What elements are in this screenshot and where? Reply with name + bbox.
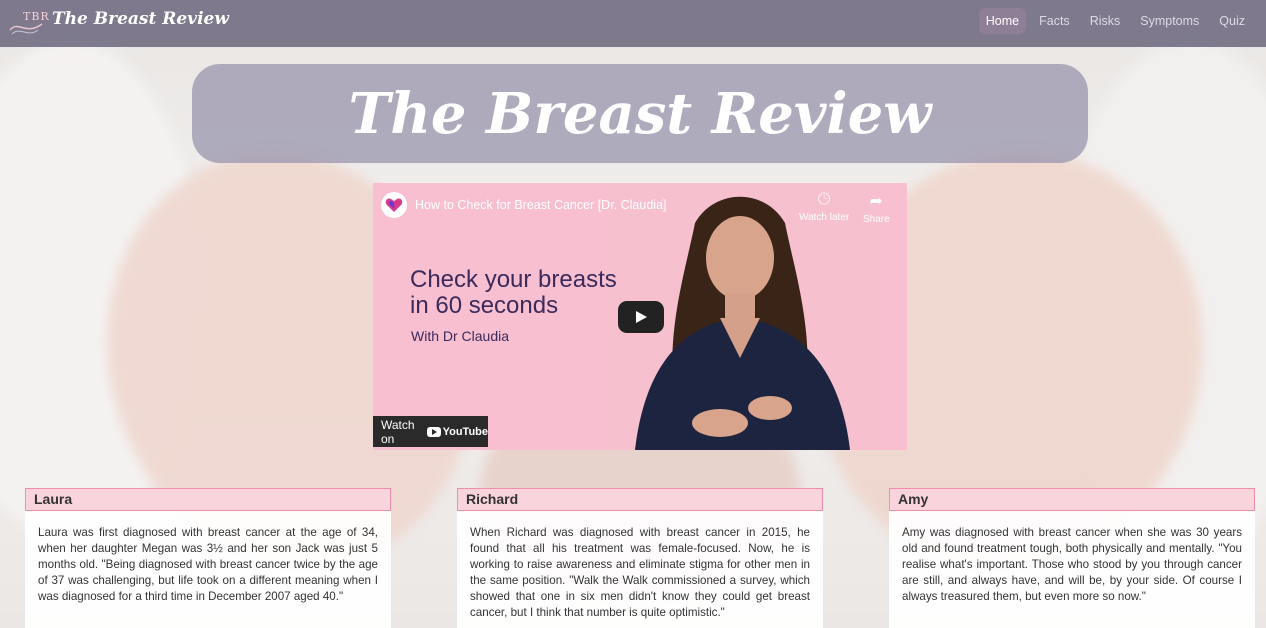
nav-risks[interactable]: Risks	[1083, 8, 1128, 34]
logo[interactable]: TBR	[8, 8, 49, 38]
story-name: Amy	[889, 488, 1255, 511]
video-header: How to Check for Breast Cancer [Dr. Clau…	[373, 183, 907, 227]
nav-quiz[interactable]: Quiz	[1212, 8, 1252, 34]
nav-facts[interactable]: Facts	[1032, 8, 1077, 34]
watch-on-youtube-button[interactable]: Watch on YouTube	[373, 416, 488, 447]
story-card-richard: Richard When Richard was diagnosed with …	[457, 488, 823, 628]
story-text: Laura was first diagnosed with breast ca…	[38, 526, 378, 603]
video-headline: Check your breasts in 60 seconds	[410, 267, 617, 319]
video-headline-line1: Check your breasts	[410, 266, 617, 293]
video-embed[interactable]: How to Check for Breast Cancer [Dr. Clau…	[373, 183, 907, 450]
navbar: TBR The Breast Review Home Facts Risks S…	[0, 0, 1266, 47]
story-text: Amy was diagnosed with breast cancer whe…	[902, 526, 1242, 603]
youtube-icon	[426, 426, 441, 437]
hero-title: The Breast Review	[348, 80, 932, 147]
play-icon	[636, 311, 647, 323]
youtube-logo: YouTube	[426, 425, 488, 438]
share-label: Share	[863, 214, 890, 225]
story-name: Laura	[25, 488, 391, 511]
share-icon: ➦	[869, 193, 884, 210]
video-title[interactable]: How to Check for Breast Cancer [Dr. Clau…	[415, 198, 667, 212]
hero-banner: The Breast Review	[192, 64, 1088, 163]
watch-later-button[interactable]: 🕒︎ Watch later	[799, 191, 849, 223]
channel-avatar[interactable]	[381, 192, 407, 218]
nav-symptoms[interactable]: Symptoms	[1133, 8, 1206, 34]
story-card-laura: Laura Laura was first diagnosed with bre…	[25, 488, 391, 628]
watch-later-label: Watch later	[799, 212, 850, 223]
clock-icon: 🕒︎	[817, 191, 831, 208]
story-name: Richard	[457, 488, 823, 511]
ribbon-icon	[9, 23, 43, 35]
brand-name[interactable]: The Breast Review	[52, 9, 229, 29]
watch-on-label: Watch on	[381, 417, 415, 446]
story-card-amy: Amy Amy was diagnosed with breast cancer…	[889, 488, 1255, 628]
nav-links: Home Facts Risks Symptoms Quiz	[978, 8, 1252, 34]
youtube-wordmark: YouTube	[442, 425, 488, 438]
video-headline-line2: in 60 seconds	[410, 292, 559, 319]
share-button[interactable]: ➦ Share	[863, 191, 890, 225]
nav-home[interactable]: Home	[978, 8, 1027, 34]
play-button[interactable]	[618, 301, 664, 333]
story-text: When Richard was diagnosed with breast c…	[470, 526, 810, 619]
heart-icon	[385, 198, 403, 212]
video-subtitle: With Dr Claudia	[411, 328, 510, 344]
